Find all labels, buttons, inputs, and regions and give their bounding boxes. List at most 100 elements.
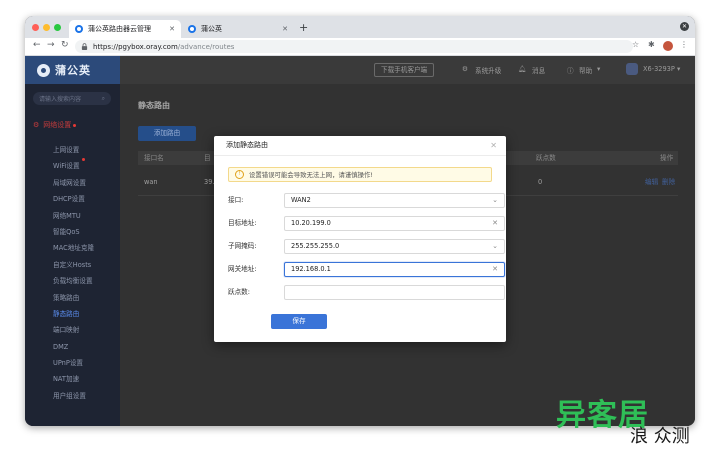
sidebar-group-network[interactable]: ⚙ 网络设置 <box>33 120 77 130</box>
sidebar-item-internet[interactable]: 上网设置 <box>25 142 120 158</box>
sidebar-item-policy-route[interactable]: 策略路由 <box>25 290 120 306</box>
sidebar-menu: 上网设置 WiFi设置 局域网设置 DHCP设置 网络MTU 智能QoS MAC… <box>25 142 120 404</box>
close-icon[interactable]: ✕ <box>169 25 175 33</box>
dandelion-logo-icon <box>37 63 50 77</box>
star-icon[interactable]: ☆ <box>632 40 639 49</box>
delete-link[interactable]: 删除 <box>662 169 675 195</box>
chrome-close-icon[interactable]: ✕ <box>680 22 689 31</box>
new-tab-button[interactable]: + <box>299 21 308 34</box>
watermark-sub: 浪 众测 <box>630 426 690 447</box>
subnet-mask-select[interactable]: 255.255.255.0 ⌄ <box>284 239 505 254</box>
tab-title: 蒲公英 <box>201 25 222 33</box>
sidebar-item-port-forward[interactable]: 端口映射 <box>25 322 120 338</box>
notification-dot <box>73 123 77 127</box>
sidebar-item-upnp[interactable]: UPnP设置 <box>25 355 120 371</box>
bell-icon: 🔔︎ <box>518 65 527 73</box>
cell-hops: 0 <box>538 178 543 186</box>
save-button[interactable]: 保存 <box>271 314 327 329</box>
sidebar-item-user-group[interactable]: 用户组设置 <box>25 388 120 404</box>
field-label: 跃点数: <box>228 288 251 296</box>
window-close-button[interactable] <box>32 24 39 31</box>
sidebar-group-label: 网络设置 <box>43 121 72 129</box>
favicon-icon <box>75 25 83 33</box>
sidebar-item-mtu[interactable]: 网络MTU <box>25 208 120 224</box>
window-zoom-button[interactable] <box>54 24 61 31</box>
chevron-down-icon: ▾ <box>597 65 601 73</box>
sidebar-item-dmz[interactable]: DMZ <box>25 339 120 355</box>
device-avatar <box>626 63 638 75</box>
clear-icon[interactable]: ✕ <box>492 263 498 276</box>
warning-icon: ! <box>235 170 244 179</box>
chevron-down-icon: ⌄ <box>492 242 498 250</box>
top-bar: 下载手机客户端 ⚙ 系统升级 🔔︎ 消息 ⓘ 帮助 ▾ X6-3293P ▾ <box>120 56 695 84</box>
messages-button[interactable]: 消息 <box>532 65 545 75</box>
address-toolbar: ← → ↻ https://pgybox.oray.com/advance/ro… <box>25 38 695 56</box>
dialog-title: 添加静态路由 <box>226 141 268 149</box>
upgrade-icon: ⚙ <box>462 65 468 73</box>
edit-link[interactable]: 编辑 <box>645 169 658 195</box>
address-bar[interactable]: https://pgybox.oray.com/advance/routes <box>75 40 633 53</box>
close-icon[interactable]: ✕ <box>282 25 288 33</box>
favicon-icon <box>188 25 196 33</box>
add-route-button[interactable]: 添加路由 <box>138 126 196 141</box>
clear-icon[interactable]: ✕ <box>492 217 498 230</box>
warning-text: 设置错误可能会导致无法上网，请谨慎操作! <box>249 171 373 179</box>
add-static-route-dialog: 添加静态路由 ✕ ! 设置错误可能会导致无法上网，请谨慎操作! 接口: WAN2… <box>214 136 506 342</box>
url-path: /advance/routes <box>177 42 235 51</box>
destination-value: 10.20.199.0 <box>291 219 331 227</box>
brand-logo[interactable]: 蒲公英 <box>25 56 120 84</box>
page-title: 静态路由 <box>138 101 170 110</box>
more-menu-icon[interactable]: ⋮ <box>680 40 688 49</box>
sidebar-search[interactable]: 请输入搜索内容 ⌕ <box>33 92 111 105</box>
column-header: 接口名 <box>144 154 164 162</box>
notification-dot <box>81 158 85 162</box>
extensions-icon[interactable]: ✱ <box>648 40 655 49</box>
gateway-input[interactable]: 192.168.0.1 ✕ <box>284 262 505 277</box>
field-label: 接口: <box>228 196 244 204</box>
browser-tab-active[interactable]: 蒲公英路由器云管理 ✕ <box>69 20 181 38</box>
window-minimize-button[interactable] <box>43 24 50 31</box>
download-app-button[interactable]: 下载手机客户端 <box>374 63 435 77</box>
form-row-hops: 跃点数: <box>228 285 505 300</box>
reload-icon[interactable]: ↻ <box>61 40 69 50</box>
sidebar-item-dhcp[interactable]: DHCP设置 <box>25 191 120 207</box>
url-host: https://pgybox.oray.com <box>93 42 178 51</box>
interface-value: WAN2 <box>291 196 311 204</box>
upgrade-button[interactable]: 系统升级 <box>475 65 501 75</box>
cell-interface: wan <box>144 178 158 186</box>
hops-input[interactable] <box>284 285 505 300</box>
form-row-destination: 目标地址: 10.20.199.0 ✕ <box>228 216 505 231</box>
form-row-interface: 接口: WAN2 ⌄ <box>228 193 505 208</box>
back-icon[interactable]: ← <box>33 40 41 50</box>
sidebar-item-static-route[interactable]: 静态路由 <box>25 306 120 322</box>
sidebar: 蒲公英 请输入搜索内容 ⌕ ⚙ 网络设置 上网设置 WiFi设置 局域网设置 D… <box>25 56 120 426</box>
chevron-down-icon: ▾ <box>677 65 681 73</box>
interface-select[interactable]: WAN2 ⌄ <box>284 193 505 208</box>
sidebar-item-wifi[interactable]: WiFi设置 <box>25 158 120 174</box>
tab-title: 蒲公英路由器云管理 <box>88 25 151 33</box>
sidebar-item-qos[interactable]: 智能QoS <box>25 224 120 240</box>
device-selector[interactable]: X6-3293P <box>643 65 675 73</box>
form-row-gateway: 网关地址: 192.168.0.1 ✕ <box>228 262 505 277</box>
search-icon: ⌕ <box>101 94 105 102</box>
chevron-down-icon: ⌄ <box>492 196 498 204</box>
profile-avatar[interactable] <box>663 41 673 51</box>
column-header: 跃点数 <box>536 154 556 162</box>
sidebar-item-lan[interactable]: 局域网设置 <box>25 175 120 191</box>
help-icon: ⓘ <box>567 67 574 75</box>
forward-icon[interactable]: → <box>47 40 55 50</box>
browser-tab[interactable]: 蒲公英 ✕ <box>182 20 294 38</box>
lock-icon <box>81 43 88 50</box>
sidebar-item-label: WiFi设置 <box>53 162 80 171</box>
destination-input[interactable]: 10.20.199.0 ✕ <box>284 216 505 231</box>
sidebar-item-load-balance[interactable]: 负载均衡设置 <box>25 273 120 289</box>
sidebar-item-mac-clone[interactable]: MAC地址克隆 <box>25 240 120 256</box>
network-settings-icon: ⚙ <box>33 121 40 129</box>
brand-name: 蒲公英 <box>55 64 91 77</box>
form-row-mask: 子网掩码: 255.255.255.0 ⌄ <box>228 239 505 254</box>
sidebar-item-hosts[interactable]: 自定义Hosts <box>25 257 120 273</box>
column-header: 操作 <box>660 154 674 162</box>
help-button[interactable]: 帮助 <box>579 65 592 75</box>
close-icon[interactable]: ✕ <box>490 136 497 155</box>
sidebar-item-nat[interactable]: NAT加速 <box>25 371 120 387</box>
